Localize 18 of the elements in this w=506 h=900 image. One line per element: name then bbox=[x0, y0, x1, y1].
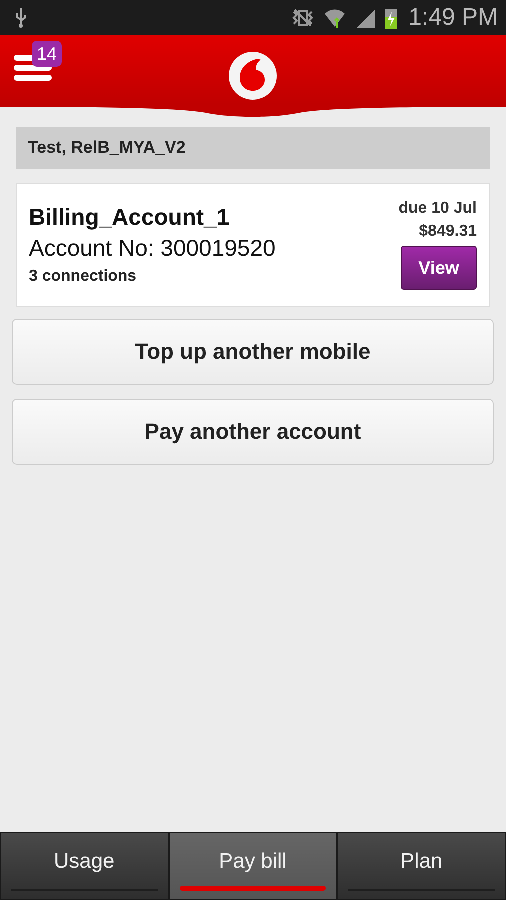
vibrate-icon bbox=[290, 8, 315, 28]
account-name: Billing_Account_1 bbox=[29, 204, 231, 231]
amount-due: $849.31 bbox=[419, 223, 477, 241]
tab[interactable]: Usage bbox=[0, 832, 169, 900]
battery-icon bbox=[384, 6, 397, 28]
connections-count: 3 connections bbox=[29, 268, 138, 286]
action-button[interactable]: Pay another account bbox=[12, 399, 494, 465]
account-number: Account No: 300019520 bbox=[29, 235, 276, 262]
customer-name: Test, RelB_MYA_V2 bbox=[16, 127, 490, 169]
clock-time: 1:49 PM bbox=[408, 4, 498, 32]
view-button[interactable]: View bbox=[401, 246, 477, 290]
speech-mark-logo-icon bbox=[228, 51, 278, 101]
notification-badge: 14 bbox=[32, 41, 62, 67]
usb-icon bbox=[14, 6, 28, 28]
tab[interactable]: Pay bill bbox=[168, 832, 338, 900]
action-button[interactable]: Top up another mobile bbox=[12, 319, 494, 385]
due-date: due 10 Jul bbox=[398, 200, 477, 218]
tab[interactable]: Plan bbox=[337, 832, 506, 900]
